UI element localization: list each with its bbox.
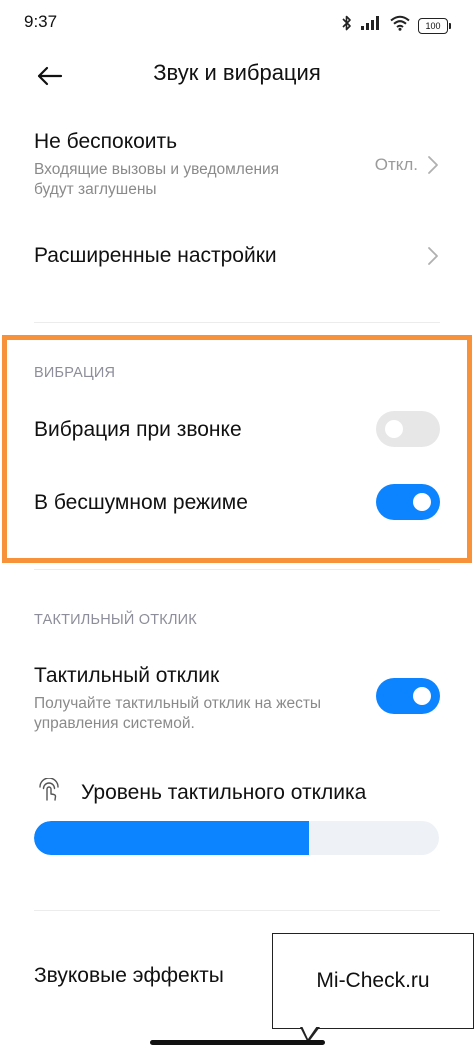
divider bbox=[34, 569, 440, 570]
haptic-feedback-title: Тактильный отклик bbox=[34, 664, 220, 687]
status-bar: 9:37 100 bbox=[0, 0, 474, 48]
status-time: 9:37 bbox=[24, 12, 58, 31]
do-not-disturb-row[interactable]: Не беспокоить Входящие вызовы и уведомле… bbox=[0, 118, 474, 218]
haptic-level-row: Уровень тактильного отклика bbox=[0, 770, 474, 814]
sound-effects-title: Звуковые эффекты bbox=[34, 964, 224, 987]
toggle-knob bbox=[413, 493, 431, 511]
do-not-disturb-value: Откл. bbox=[374, 155, 418, 174]
silent-mode-row[interactable]: В бесшумном режиме bbox=[0, 477, 474, 531]
chevron-right-icon bbox=[426, 246, 440, 266]
haptic-feedback-subtitle-line1: Получайте тактильный отклик на жесты bbox=[34, 695, 322, 712]
haptic-feedback-toggle[interactable] bbox=[376, 678, 440, 714]
vibration-section-label: ВИБРАЦИЯ bbox=[34, 365, 116, 381]
haptic-level-slider[interactable] bbox=[34, 821, 439, 855]
haptic-level-slider-fill bbox=[34, 821, 310, 855]
watermark-callout-tail-inner bbox=[302, 1026, 317, 1039]
page-title: Звук и вибрация bbox=[153, 60, 321, 85]
header: Звук и вибрация bbox=[0, 48, 474, 104]
signal-icon bbox=[360, 15, 382, 36]
do-not-disturb-title: Не беспокоить bbox=[34, 130, 178, 153]
home-indicator[interactable] bbox=[150, 1040, 325, 1045]
do-not-disturb-subtitle-line2: будут заглушены bbox=[34, 181, 157, 198]
haptic-feedback-subtitle-line2: управления системой. bbox=[34, 715, 195, 732]
haptics-section-label: ТАКТИЛЬНЫЙ ОТКЛИК bbox=[34, 612, 197, 628]
silent-mode-title: В бесшумном режиме bbox=[34, 491, 248, 514]
haptic-feedback-row[interactable]: Тактильный отклик Получайте тактильный о… bbox=[0, 652, 474, 738]
watermark-callout: Mi-Check.ru bbox=[272, 933, 474, 1029]
toggle-knob bbox=[385, 420, 403, 438]
toggle-knob bbox=[413, 687, 431, 705]
watermark-text: Mi-Check.ru bbox=[316, 969, 430, 992]
advanced-settings-row[interactable]: Расширенные настройки bbox=[0, 228, 474, 288]
silent-mode-toggle[interactable] bbox=[376, 484, 440, 520]
vibration-on-call-title: Вибрация при звонке bbox=[34, 418, 242, 441]
chevron-right-icon bbox=[426, 155, 440, 175]
divider bbox=[34, 910, 440, 911]
haptic-level-title: Уровень тактильного отклика bbox=[81, 781, 367, 804]
battery-icon: 100 bbox=[418, 17, 451, 34]
touch-haptic-icon bbox=[36, 777, 62, 809]
wifi-icon bbox=[390, 15, 410, 36]
advanced-settings-title: Расширенные настройки bbox=[34, 244, 277, 267]
bluetooth-icon bbox=[342, 14, 352, 37]
divider bbox=[34, 322, 440, 323]
do-not-disturb-subtitle-line1: Входящие вызовы и уведомления bbox=[34, 161, 280, 178]
vibration-on-call-row[interactable]: Вибрация при звонке bbox=[0, 404, 474, 458]
vibration-on-call-toggle[interactable] bbox=[376, 411, 440, 447]
status-icons: 100 bbox=[342, 14, 451, 37]
